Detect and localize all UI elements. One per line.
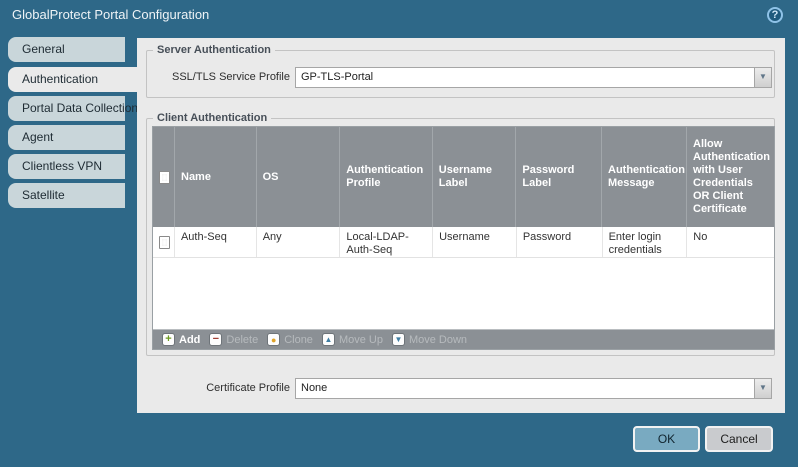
globalprotect-portal-dialog: GlobalProtect Portal Configuration ? Gen… [0,0,798,467]
tab-label: Clientless VPN [22,159,102,173]
column-header-allow-auth-cert[interactable]: Allow Authentication with User Credentia… [687,127,774,227]
clone-icon: ● [267,333,280,346]
table-row[interactable]: Auth-Seq Any Local-LDAP-Auth-Seq Usernam… [153,227,774,258]
certificate-profile-select[interactable]: None ▼ [295,378,772,399]
tab-satellite[interactable]: Satellite [8,183,125,208]
tab-label: Authentication [22,72,98,86]
plus-icon: + [162,333,175,346]
tab-label: Portal Data Collection [22,101,138,115]
column-header-username-label[interactable]: Username Label [433,127,517,227]
clone-button-label: Clone [284,334,313,346]
move-up-button: ▲ Move Up [322,333,383,346]
select-all-checkbox[interactable] [159,171,170,184]
add-button-label: Add [179,334,200,346]
column-header-name[interactable]: Name [175,127,257,227]
certificate-profile-value: None [301,379,751,398]
server-authentication-legend: Server Authentication [153,44,275,56]
tab-label: Satellite [22,188,65,202]
cancel-button[interactable]: Cancel [705,426,773,452]
certificate-profile-label: Certificate Profile [137,382,290,394]
cell-name: Auth-Seq [175,227,257,257]
cell-password-label: Password [517,227,603,257]
move-down-button: ▼ Move Down [392,333,467,346]
dialog-titlebar: GlobalProtect Portal Configuration ? [0,0,798,30]
cell-authentication-message: Enter login credentials [603,227,688,257]
chevron-down-icon: ▼ [759,383,767,392]
client-authentication-table: Name OS Authentication Profile Username … [152,126,775,350]
arrow-down-icon: ▼ [392,333,405,346]
minus-icon: − [209,333,222,346]
client-authentication-legend: Client Authentication [153,112,271,124]
delete-button: − Delete [209,333,258,346]
ssl-tls-service-profile-select[interactable]: GP-TLS-Portal ▼ [295,67,772,88]
tab-agent[interactable]: Agent [8,125,125,150]
clone-button: ● Clone [267,333,313,346]
tab-portal-data-collection[interactable]: Portal Data Collection [8,96,125,121]
help-icon[interactable]: ? [767,7,783,23]
move-up-button-label: Move Up [339,334,383,346]
column-header-authentication-profile[interactable]: Authentication Profile [340,127,433,227]
tab-label: General [22,42,65,56]
cell-os: Any [257,227,341,257]
ssl-tls-service-profile-value: GP-TLS-Portal [301,68,751,87]
table-toolbar: + Add − Delete ● Clone ▲ Move Up ▼ Mov [153,329,774,349]
column-header-os[interactable]: OS [257,127,341,227]
chevron-down-icon: ▼ [759,72,767,81]
cell-allow-auth-cert: No [687,227,774,257]
tab-clientless-vpn[interactable]: Clientless VPN [8,154,125,179]
tab-label: Agent [22,130,53,144]
dropdown-button[interactable]: ▼ [754,379,771,398]
authentication-panel: Server Authentication SSL/TLS Service Pr… [137,38,785,413]
table-header-row: Name OS Authentication Profile Username … [153,127,774,227]
select-all-checkbox-cell[interactable] [153,127,175,227]
cell-authentication-profile: Local-LDAP-Auth-Seq [340,227,433,257]
ssl-tls-service-profile-label: SSL/TLS Service Profile [137,71,290,83]
tab-authentication[interactable]: Authentication [8,67,141,92]
dropdown-button[interactable]: ▼ [754,68,771,87]
delete-button-label: Delete [226,334,258,346]
row-checkbox-cell[interactable] [153,227,175,257]
row-checkbox[interactable] [159,236,170,249]
column-header-authentication-message[interactable]: Authentication Message [602,127,687,227]
column-header-password-label[interactable]: Password Label [516,127,602,227]
add-button[interactable]: + Add [162,333,200,346]
dialog-title: GlobalProtect Portal Configuration [12,0,209,30]
ok-button[interactable]: OK [633,426,700,452]
arrow-up-icon: ▲ [322,333,335,346]
tab-general[interactable]: General [8,37,125,62]
cell-username-label: Username [433,227,517,257]
move-down-button-label: Move Down [409,334,467,346]
